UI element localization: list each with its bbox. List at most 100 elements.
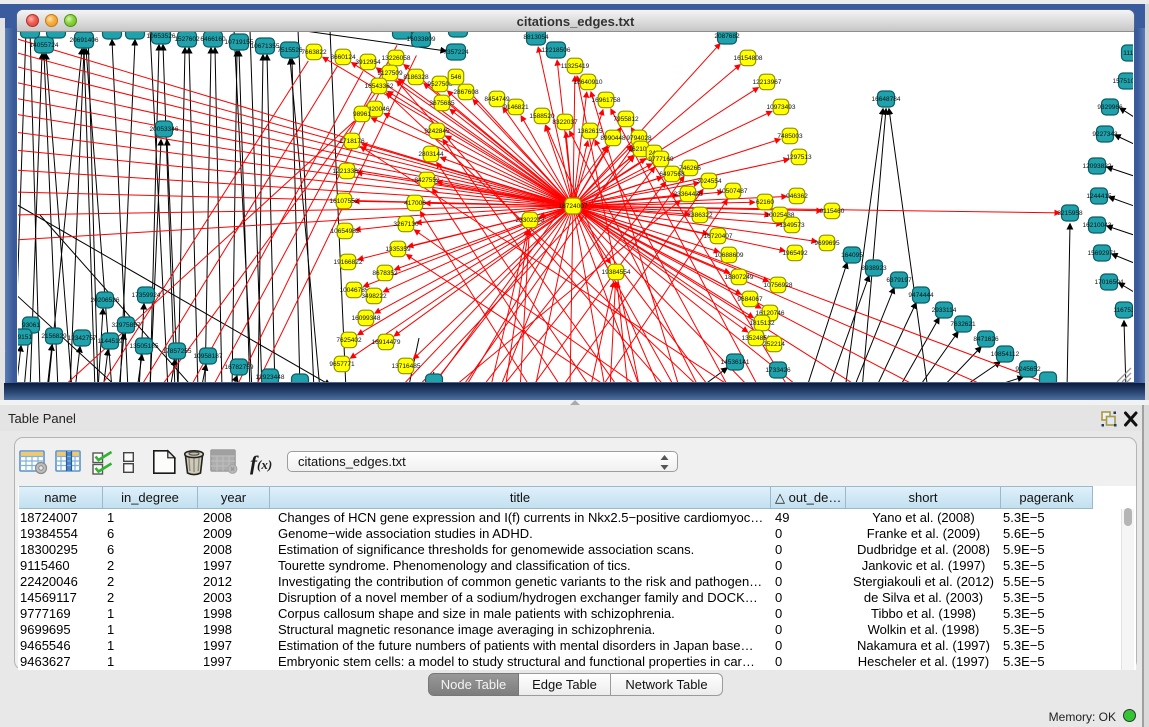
svg-text:11325419: 11325419 [561,63,590,70]
svg-text:3024554: 3024554 [696,178,722,185]
svg-text:16720407: 16720407 [704,233,733,240]
svg-text:10719155: 10719155 [225,39,254,46]
svg-text:12923448: 12923448 [256,374,285,381]
svg-text:8938923: 8938923 [861,265,887,272]
svg-text:16210043: 16210043 [1083,222,1112,229]
svg-text:2718176: 2718176 [339,138,365,145]
svg-text:12213967: 12213967 [753,79,782,86]
svg-text:16648784: 16648784 [872,96,901,103]
svg-text:9657771: 9657771 [329,361,355,368]
svg-text:1349573: 1349573 [779,222,805,229]
svg-text:18807249: 18807249 [725,274,754,281]
svg-text:93061: 93061 [22,322,40,329]
svg-text:10654982: 10654982 [331,228,360,235]
svg-text:9245652: 9245652 [1015,366,1041,373]
svg-text:3498222: 3498222 [361,293,387,300]
svg-text:14055724: 14055724 [30,42,59,49]
svg-text:9474444: 9474444 [908,292,934,299]
svg-text:18724007: 18724007 [559,203,588,210]
svg-text:10756928: 10756928 [764,282,793,289]
svg-text:23302273: 23302273 [516,217,545,224]
svg-text:10958187: 10958187 [194,353,223,360]
svg-text:1244415: 1244415 [1086,193,1112,200]
svg-text:12213382: 12213382 [333,168,362,175]
svg-text:17359924: 17359924 [132,292,161,299]
svg-text:9777169: 9777169 [648,156,674,163]
svg-text:2803144: 2803144 [418,151,444,158]
svg-text:10671355: 10671355 [251,43,280,50]
svg-text:16961758: 16961758 [592,97,621,104]
svg-text:1965492: 1965492 [782,250,808,257]
svg-text:16782759: 16782759 [225,364,254,371]
svg-text:6379197: 6379197 [886,277,912,284]
svg-text:8427552: 8427552 [414,177,440,184]
svg-text:9227343: 9227343 [1092,131,1118,138]
svg-text:8660124: 8660124 [330,54,356,61]
svg-text:1362615: 1362615 [577,128,603,135]
svg-text:7632621: 7632621 [950,321,976,328]
svg-text:15692971: 15692971 [1088,250,1117,257]
svg-text:8454749: 8454749 [484,96,510,103]
svg-text:1144519: 1144519 [98,338,123,345]
svg-text:1733426: 1733426 [765,367,791,374]
svg-text:8186328: 8186328 [403,74,429,81]
svg-text:10688609: 10688609 [715,252,744,259]
svg-text:7386322: 7386322 [687,212,713,219]
svg-text:39151: 39151 [18,334,32,341]
svg-text:16154808: 16154808 [734,55,763,62]
svg-text:17857255: 17857255 [163,348,192,355]
svg-text:2867608: 2867608 [453,89,479,96]
svg-text:9146821: 9146821 [503,104,529,111]
svg-text:164095: 164095 [841,252,863,259]
svg-text:10653526: 10653526 [147,33,176,40]
svg-text:546: 546 [451,74,462,81]
svg-text:7625402: 7625402 [336,337,362,344]
svg-text:15751074: 15751074 [1113,78,1133,85]
svg-text:32975857: 32975857 [112,322,141,329]
svg-text:20691406: 20691406 [70,37,99,44]
svg-text:8678352: 8678352 [372,270,398,277]
svg-text:7515526: 7515526 [277,47,303,54]
svg-text:98961: 98961 [353,111,371,118]
svg-text:16033809: 16033809 [407,36,436,43]
svg-text:9684067: 9684067 [737,296,763,303]
svg-text:19166822: 19166822 [334,259,363,266]
svg-text:8322037: 8322037 [552,119,578,126]
svg-text:3675685: 3675685 [429,100,455,107]
svg-text:20206526: 20206526 [91,297,120,304]
svg-text:16107552: 16107552 [330,198,359,205]
svg-text:417006: 417006 [404,200,426,207]
svg-text:12093822: 12093822 [1083,163,1112,170]
svg-text:2087682: 2087682 [714,33,740,40]
svg-text:2933114: 2933114 [932,307,957,314]
svg-text:62160: 62160 [756,199,774,206]
svg-text:6466160: 6466160 [200,36,226,43]
svg-text:7955812: 7955812 [613,116,639,123]
svg-text:20053346: 20053346 [150,126,179,133]
svg-text:13716485: 13716485 [392,363,421,370]
svg-text:9329966: 9329966 [1097,104,1123,111]
svg-text:16543362: 16543362 [365,83,394,90]
svg-text:3215958: 3215958 [1057,210,1083,217]
svg-text:12218506: 12218506 [542,47,571,54]
svg-text:(x): (x) [257,457,272,472]
svg-text:1335359: 1335359 [385,246,411,253]
svg-text:9127509: 9127509 [377,70,403,77]
svg-text:252214: 252214 [763,341,785,348]
svg-text:19384554: 19384554 [602,269,631,276]
svg-text:116753: 116753 [1113,307,1133,314]
svg-text:7357224: 7357224 [443,49,469,56]
svg-text:17016504: 17016504 [1095,279,1124,286]
svg-text:3267130: 3267130 [393,221,419,228]
svg-text:7663822: 7663822 [301,49,327,56]
svg-text:12342757: 12342757 [68,335,97,342]
svg-text:1297513: 1297513 [786,154,812,161]
svg-text:10854112: 10854112 [991,351,1020,358]
svg-text:9242845: 9242845 [424,128,450,135]
svg-text:8471626: 8471626 [973,336,999,343]
svg-text:3912954: 3912954 [355,59,381,66]
svg-text:946362: 946362 [786,193,808,200]
svg-text:23364436: 23364436 [674,191,703,198]
svg-text:1527602: 1527602 [174,36,200,43]
svg-text:6497568: 6497568 [659,171,685,178]
